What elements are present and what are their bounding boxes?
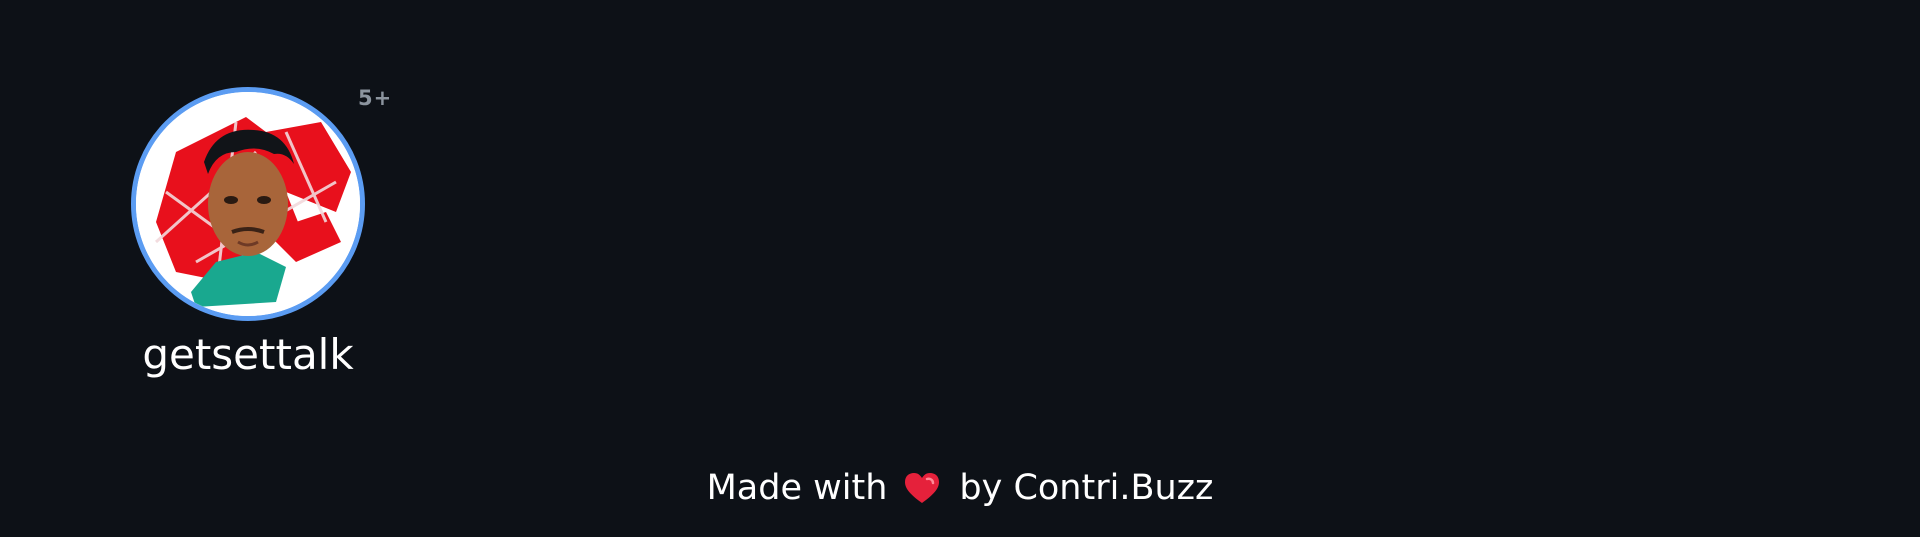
page: 5+ getsettalk Made with by Contri.Buzz [0,0,1920,537]
contributor-card[interactable]: 5+ getsettalk [100,80,396,378]
avatar-wrap: 5+ [131,80,391,321]
footer-prefix: Made with [706,468,888,508]
avatar-image [136,92,360,316]
heart-icon [903,471,941,505]
contribution-count-badge: 5+ [358,86,393,110]
footer-by-text: by [959,468,1003,508]
footer: Made with by Contri.Buzz [0,468,1920,508]
brand-link[interactable]: Contri.Buzz [1013,468,1213,508]
contributor-username[interactable]: getsettalk [142,331,353,378]
avatar[interactable] [131,87,365,321]
